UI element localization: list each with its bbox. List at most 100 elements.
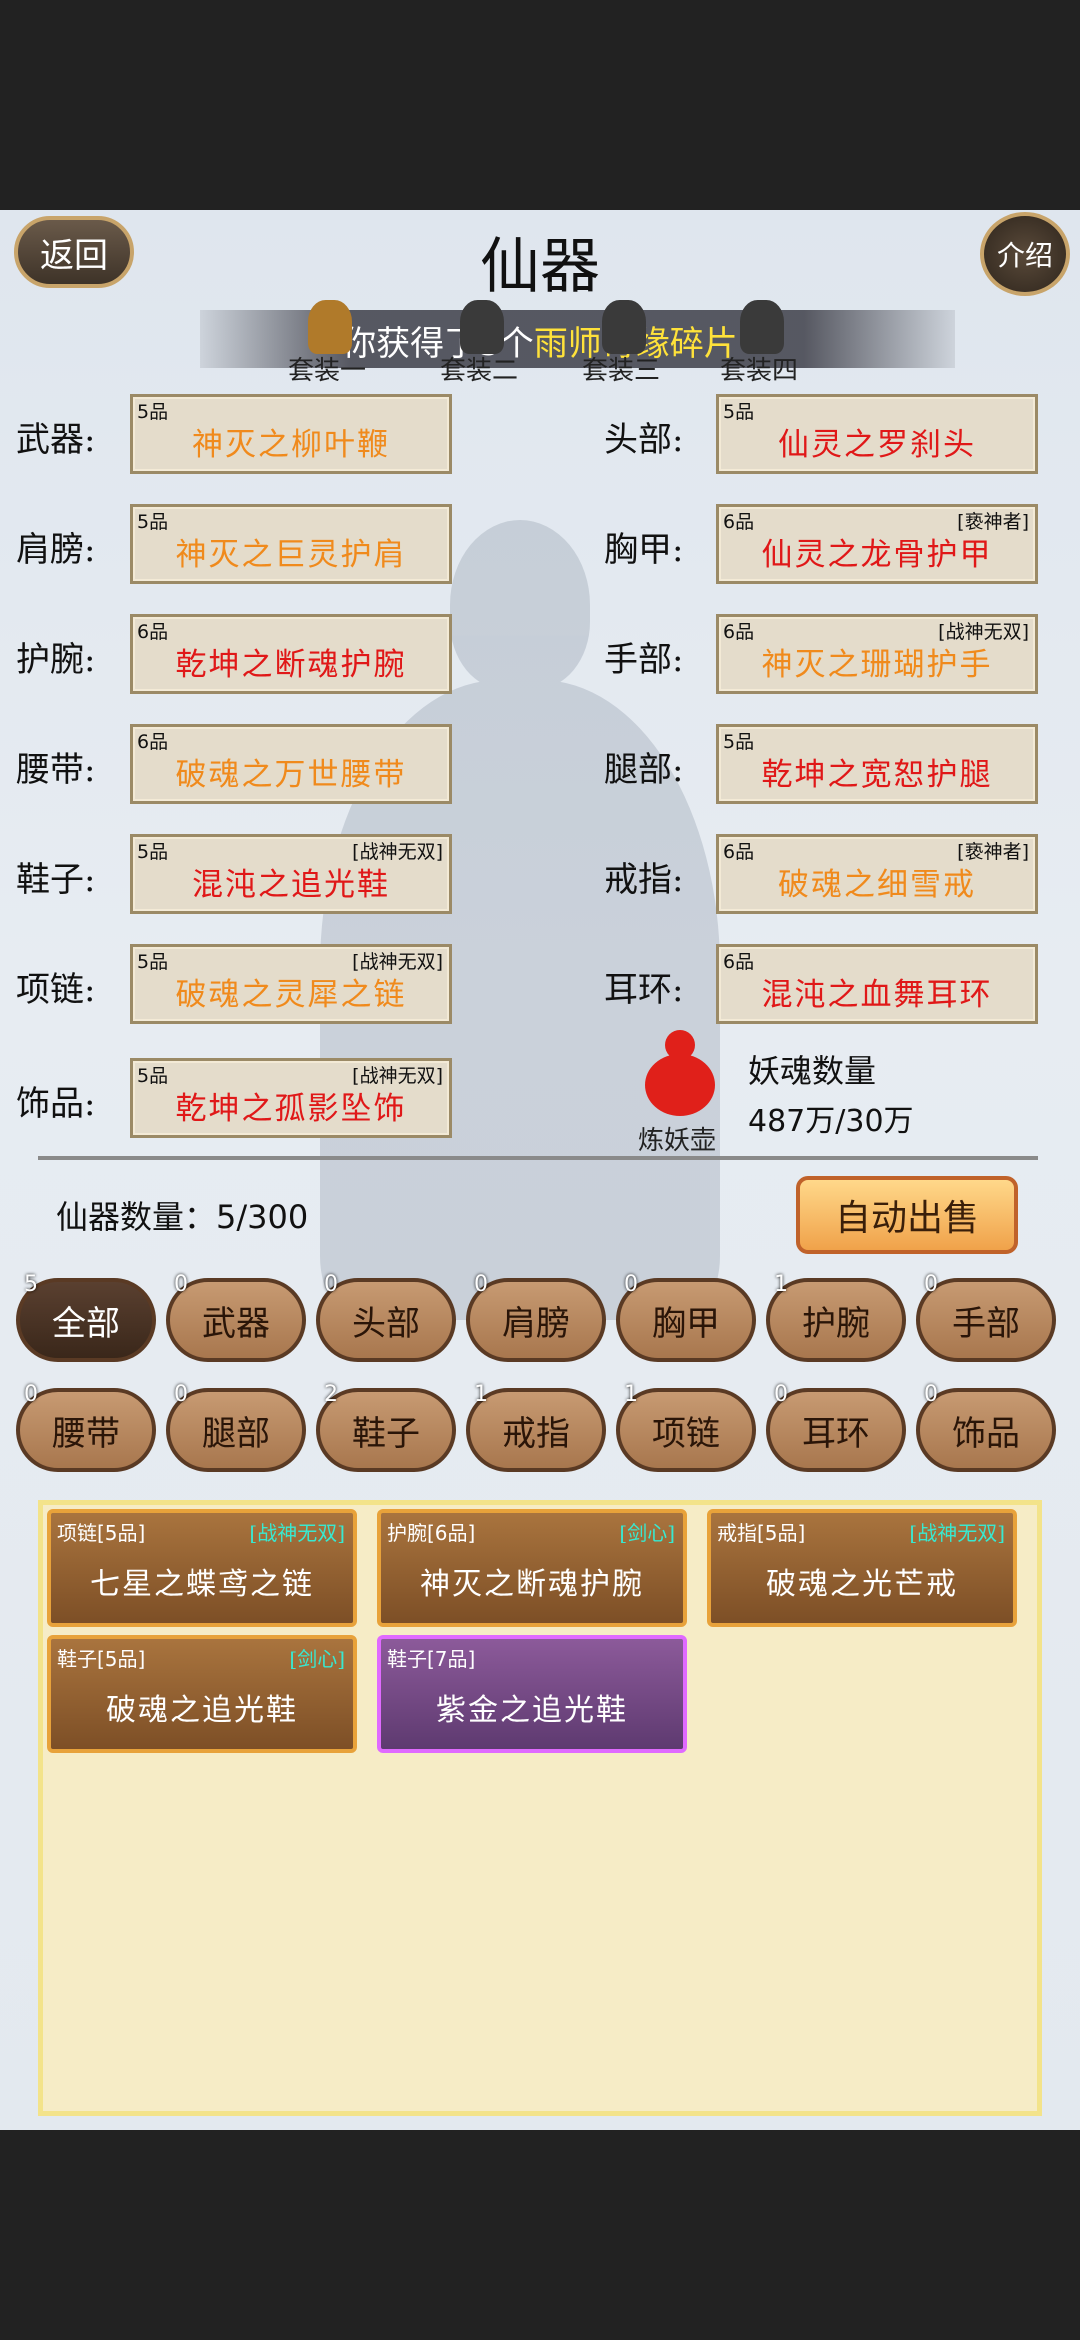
tab-label: 护腕 (802, 1303, 870, 1344)
helmet-icon (602, 300, 646, 354)
equipment-slot[interactable]: 6品 [战神无双] 神灭之珊瑚护手 (716, 614, 1038, 694)
item-name: 神灭之断魂护腕 (420, 1567, 644, 1602)
inventory-item[interactable]: 项链[5品] [战神无双] 七星之蝶鸢之链 (47, 1509, 357, 1627)
filter-tab[interactable]: 1 项链 (616, 1382, 756, 1472)
filter-tab[interactable]: 0 饰品 (916, 1382, 1056, 1472)
slot-item-name: 仙灵之罗刹头 (778, 427, 976, 463)
auto-sell-button[interactable]: 自动出售 (796, 1176, 1018, 1254)
set-tabs: 套装一 套装二 套装三 套装四 (0, 300, 1080, 390)
slot-item-name: 仙灵之龙骨护甲 (761, 537, 993, 573)
filter-tab[interactable]: 0 头部 (316, 1272, 456, 1362)
item-name: 破魂之光芒戒 (766, 1567, 958, 1602)
gourd-icon[interactable] (645, 1030, 715, 1120)
item-category: 项链[5品] (57, 1521, 146, 1545)
slot-label: 腰带: (16, 750, 96, 790)
inventory-count: 仙器数量：5/300 (56, 1198, 309, 1236)
slot-item-name: 破魂之细雪戒 (778, 867, 976, 903)
tab-count-badge: 0 (174, 1382, 188, 1407)
inventory-item[interactable]: 鞋子[7品] 紫金之追光鞋 (377, 1635, 687, 1753)
tab-count-badge: 1 (774, 1272, 788, 1297)
tab-count-badge: 0 (174, 1272, 188, 1297)
slot-item-name: 神灭之巨灵护肩 (175, 537, 407, 573)
tab-label: 饰品 (952, 1413, 1020, 1454)
helmet-icon (308, 300, 352, 354)
filter-tab[interactable]: 0 武器 (166, 1272, 306, 1362)
filter-tab[interactable]: 1 戒指 (466, 1382, 606, 1472)
tab-label: 肩膀 (502, 1303, 570, 1344)
tab-label: 耳环 (802, 1413, 870, 1454)
slot-label: 武器: (16, 420, 96, 460)
equipment-slot[interactable]: 6品 混沌之血舞耳环 (716, 944, 1038, 1024)
slot-label: 头部: (604, 420, 684, 460)
tab-label: 项链 (652, 1413, 720, 1454)
tab-label: 头部 (352, 1303, 420, 1344)
equipment-slot[interactable]: 5品 仙灵之罗刹头 (716, 394, 1038, 474)
equipment-slot[interactable]: 6品 乾坤之断魂护腕 (130, 614, 452, 694)
slot-label: 手部: (604, 640, 684, 680)
gourd-label: 炼妖壶 (638, 1126, 717, 1156)
equipment-slot[interactable]: 5品 [战神无双] 破魂之灵犀之链 (130, 944, 452, 1024)
slot-label: 耳环: (604, 970, 684, 1010)
divider (38, 1156, 1038, 1160)
item-category: 戒指[5品] (717, 1521, 806, 1545)
tab-label: 胸甲 (652, 1303, 720, 1344)
item-set-tag: [战神无双] (249, 1521, 345, 1545)
equipment-slot[interactable]: 5品 [战神无双] 混沌之追光鞋 (130, 834, 452, 914)
equipment-slot[interactable]: 5品 乾坤之宽恕护腿 (716, 724, 1038, 804)
equipment-slot[interactable]: 6品 [亵神者] 破魂之细雪戒 (716, 834, 1038, 914)
filter-tab[interactable]: 2 鞋子 (316, 1382, 456, 1472)
slot-label: 肩膀: (16, 530, 96, 570)
set-tab-1[interactable]: 套装一 (288, 300, 366, 387)
tab-count-badge: 5 (24, 1272, 38, 1297)
equipment-slot[interactable]: 6品 破魂之万世腰带 (130, 724, 452, 804)
set-tab-2[interactable]: 套装二 (440, 300, 518, 387)
slot-item-name: 乾坤之孤影坠饰 (175, 1091, 407, 1127)
tab-count-badge: 2 (324, 1382, 338, 1407)
item-category: 鞋子[7品] (387, 1647, 476, 1671)
tab-label: 鞋子 (352, 1413, 420, 1454)
tab-count-badge: 0 (924, 1272, 938, 1297)
filter-tab[interactable]: 0 腰带 (16, 1382, 156, 1472)
slot-item-name: 神灭之柳叶鞭 (192, 427, 390, 463)
tab-count-badge: 0 (624, 1272, 638, 1297)
slot-label: 鞋子: (16, 860, 96, 900)
filter-tab[interactable]: 1 护腕 (766, 1272, 906, 1362)
item-set-tag: [战神无双] (909, 1521, 1005, 1545)
filter-tab[interactable]: 5 全部 (16, 1272, 156, 1362)
intro-button[interactable]: 介绍 (980, 212, 1070, 296)
slot-label: 护腕: (16, 640, 96, 680)
tab-label: 全部 (52, 1303, 120, 1344)
item-name: 七星之蝶鸢之链 (90, 1567, 314, 1602)
equipment-slot[interactable]: 5品 神灭之柳叶鞭 (130, 394, 452, 474)
tab-count-badge: 1 (474, 1382, 488, 1407)
soul-count-value: 487万/30万 (748, 1104, 914, 1139)
game-screen: 返回 仙器 介绍 你获得了5个雨师奇缘碎片 套装一 套装二 套装三 套装四 武器… (0, 210, 1080, 2130)
inventory-item[interactable]: 护腕[6品] [剑心] 神灭之断魂护腕 (377, 1509, 687, 1627)
page-title: 仙器 (480, 232, 600, 302)
set-tab-4[interactable]: 套装四 (720, 300, 798, 387)
slot-item-name: 混沌之追光鞋 (192, 867, 390, 903)
slot-label: 饰品: (16, 1084, 96, 1124)
inventory-item[interactable]: 鞋子[5品] [剑心] 破魂之追光鞋 (47, 1635, 357, 1753)
equipment-slot[interactable]: 5品 [战神无双] 乾坤之孤影坠饰 (130, 1058, 452, 1138)
filter-tab[interactable]: 0 肩膀 (466, 1272, 606, 1362)
filter-tab[interactable]: 0 胸甲 (616, 1272, 756, 1362)
tab-count-badge: 0 (924, 1382, 938, 1407)
inventory-item[interactable]: 戒指[5品] [战神无双] 破魂之光芒戒 (707, 1509, 1017, 1627)
slot-label: 项链: (16, 970, 96, 1010)
filter-tab[interactable]: 0 手部 (916, 1272, 1056, 1362)
set-tab-3[interactable]: 套装三 (582, 300, 660, 387)
equipment-slot[interactable]: 5品 神灭之巨灵护肩 (130, 504, 452, 584)
tab-count-badge: 1 (624, 1382, 638, 1407)
slot-item-name: 破魂之灵犀之链 (175, 977, 407, 1013)
filter-tab[interactable]: 0 腿部 (166, 1382, 306, 1472)
slot-label: 胸甲: (604, 530, 684, 570)
inventory-panel: 项链[5品] [战神无双] 七星之蝶鸢之链 护腕[6品] [剑心] 神灭之断魂护腕 戒指[5… (38, 1500, 1042, 2116)
soul-count-title: 妖魂数量 (748, 1052, 877, 1090)
slot-item-name: 混沌之血舞耳环 (761, 977, 993, 1013)
filter-tab[interactable]: 0 耳环 (766, 1382, 906, 1472)
item-name: 紫金之追光鞋 (436, 1693, 628, 1728)
item-set-tag: [剑心] (619, 1521, 675, 1545)
equipment-slot[interactable]: 6品 [亵神者] 仙灵之龙骨护甲 (716, 504, 1038, 584)
tab-count-badge: 0 (324, 1272, 338, 1297)
